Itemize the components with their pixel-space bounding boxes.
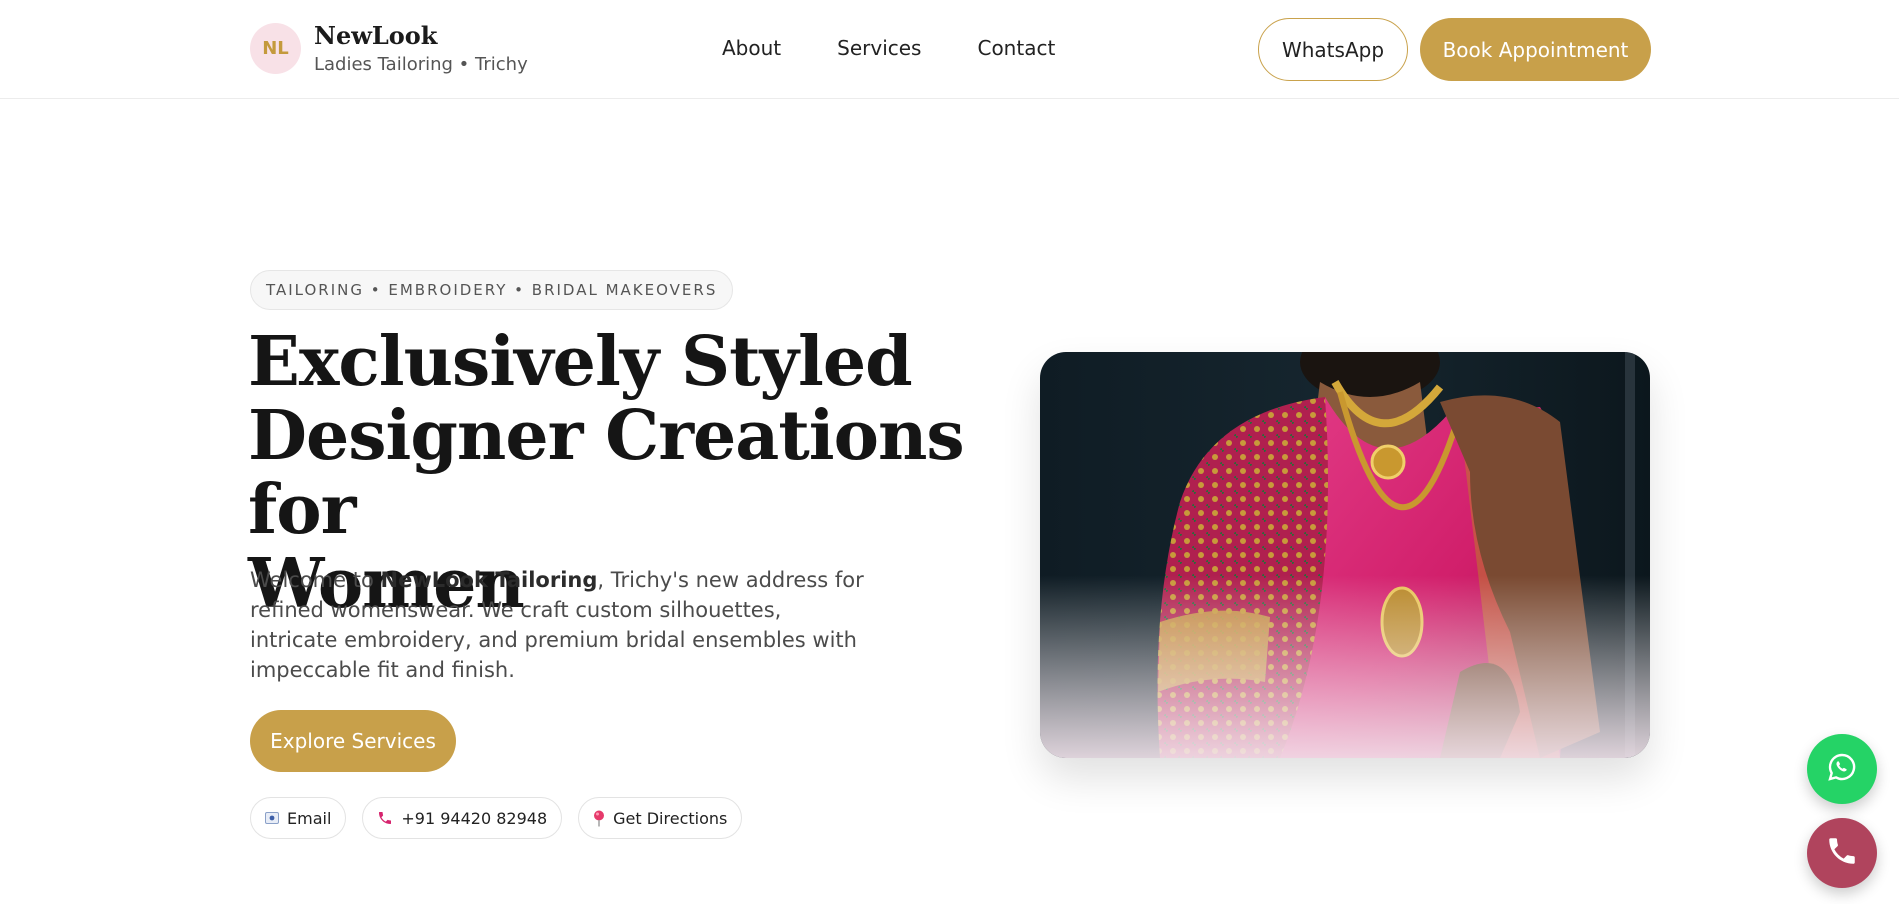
phone-icon (1825, 834, 1859, 872)
floating-call-button[interactable] (1807, 818, 1877, 888)
site-header: NL NewLook Ladies Tailoring • Trichy Abo… (0, 0, 1899, 99)
intro-brand: NewLook Tailoring (380, 568, 598, 592)
brand[interactable]: NL NewLook Ladies Tailoring • Trichy (250, 22, 528, 75)
headline-line-2: Designer Creations for (248, 396, 965, 550)
brand-name: NewLook (314, 21, 438, 50)
nav-services[interactable]: Services (837, 36, 921, 60)
email-label: Email (287, 808, 332, 828)
brand-logo: NL (250, 23, 301, 74)
whatsapp-button[interactable]: WhatsApp (1258, 18, 1408, 81)
email-icon (265, 812, 279, 824)
headline-line-1: Exclusively Styled (248, 322, 913, 402)
hero-bridal-image (1040, 352, 1650, 758)
contact-pills: Email +91 94420 82948 Get Directions (250, 797, 758, 839)
floating-whatsapp-button[interactable] (1807, 734, 1877, 804)
main-nav: About Services Contact (722, 36, 1111, 60)
whatsapp-icon (1826, 751, 1858, 787)
nav-contact[interactable]: Contact (977, 36, 1055, 60)
book-appointment-button[interactable]: Book Appointment (1420, 18, 1651, 81)
email-pill[interactable]: Email (250, 797, 347, 839)
hero-intro: Welcome to NewLook Tailoring, Trichy's n… (250, 565, 870, 685)
intro-prefix: Welcome to (250, 568, 381, 592)
directions-label: Get Directions (613, 808, 728, 828)
phone-pill[interactable]: +91 94420 82948 (362, 797, 563, 839)
location-pin-icon (593, 810, 605, 827)
explore-services-button[interactable]: Explore Services (250, 710, 456, 772)
phone-label: +91 94420 82948 (401, 808, 548, 828)
brand-subtitle: Ladies Tailoring • Trichy (314, 54, 528, 75)
phone-icon (377, 810, 393, 826)
nav-about[interactable]: About (722, 36, 781, 60)
directions-pill[interactable]: Get Directions (578, 797, 743, 839)
hero-tagline: TAILORING • EMBROIDERY • BRIDAL MAKEOVER… (250, 270, 734, 310)
